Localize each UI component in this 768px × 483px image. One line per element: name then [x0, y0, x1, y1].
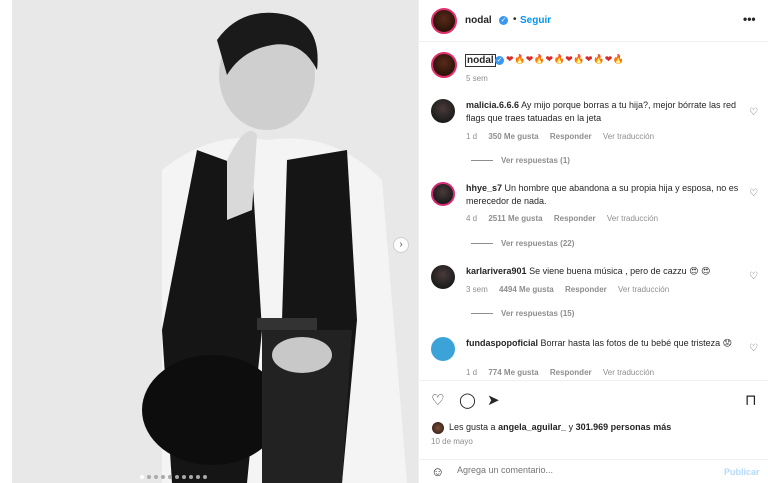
carousel-dot	[203, 475, 207, 479]
comment-body: Borrar hasta las fotos de tu bebé que tr…	[540, 338, 733, 348]
verified-icon: ✓	[495, 56, 504, 65]
commenter-avatar[interactable]	[431, 99, 455, 123]
view-replies-label: Ver respuestas (22)	[501, 239, 575, 248]
emoji-icon[interactable]: ☺	[431, 464, 444, 479]
post-media: ›	[0, 0, 418, 483]
comment-meta: 1 d 774 Me gusta Responder Ver traducció…	[466, 368, 663, 377]
author-avatar[interactable]	[431, 8, 457, 34]
comment-meta: 1 d 350 Me gusta Responder Ver traducció…	[466, 132, 663, 141]
caption-avatar[interactable]	[431, 52, 457, 78]
likes-count[interactable]: 301.969 personas más	[576, 422, 672, 432]
comment-likes[interactable]: 2511 Me gusta	[488, 214, 542, 223]
liker-avatar[interactable]	[431, 421, 445, 435]
comment-text: hhye_s7 Un hombre que abandona a su prop…	[466, 182, 748, 208]
comment-icon[interactable]: ◯	[459, 391, 476, 409]
reply-button[interactable]: Responder	[550, 132, 592, 141]
commenter-username[interactable]: malicia.6.6.6	[466, 100, 519, 110]
carousel-dot	[189, 475, 193, 479]
comment-likes[interactable]: 4494 Me gusta	[499, 285, 554, 294]
view-replies-button[interactable]: Ver respuestas (1)	[471, 156, 570, 165]
carousel-dot	[154, 475, 158, 479]
view-replies-button[interactable]: Ver respuestas (22)	[471, 239, 574, 248]
carousel-dot	[182, 475, 186, 479]
view-replies-label: Ver respuestas (15)	[501, 309, 575, 318]
follow-button[interactable]: Seguir	[520, 15, 551, 26]
replies-line	[471, 160, 493, 162]
comment-body: Se viene buena música , pero de cazzu 😍 …	[529, 266, 711, 276]
comment-time: 3 sem	[466, 285, 488, 294]
caption-time: 5 sem	[466, 74, 488, 83]
comment-text: karlarivera901 Se viene buena música , p…	[466, 265, 748, 278]
like-comment-heart-icon[interactable]: ♡	[749, 107, 758, 118]
likes-summary[interactable]: Les gusta a angela_aguilar_ y 301.969 pe…	[449, 422, 671, 432]
carousel-dot	[161, 475, 165, 479]
more-options-icon[interactable]: •••	[743, 12, 756, 26]
verified-icon: ✓	[499, 16, 508, 25]
translate-button[interactable]: Ver traducción	[607, 214, 658, 223]
share-icon[interactable]: ➤	[487, 391, 500, 409]
carousel-dots	[140, 475, 207, 479]
commenter-avatar[interactable]	[431, 265, 455, 289]
comment-box: ☺ Publicar	[419, 459, 768, 483]
carousel-dot	[168, 475, 172, 479]
comment-time: 4 d	[466, 214, 478, 223]
carousel-dot	[175, 475, 179, 479]
replies-line	[471, 313, 493, 315]
likes-middle: y	[568, 422, 574, 432]
post-panel: nodal ✓ • Seguir ••• nodal ✓ ❤🔥❤🔥❤🔥❤🔥❤🔥❤…	[418, 0, 768, 483]
caption-username[interactable]: nodal	[465, 54, 496, 67]
commenter-username[interactable]: fundaspopoficial	[466, 338, 538, 348]
carousel-dot	[147, 475, 151, 479]
author-username[interactable]: nodal	[465, 15, 492, 26]
carousel-dot	[140, 475, 144, 479]
likes-prefix: Les gusta a	[449, 422, 496, 432]
like-comment-heart-icon[interactable]: ♡	[749, 271, 758, 282]
post-header: nodal ✓ • Seguir •••	[419, 0, 768, 42]
view-replies-button[interactable]: Ver respuestas (15)	[471, 309, 574, 318]
carousel-dot	[196, 475, 200, 479]
commenter-username[interactable]: karlarivera901	[466, 266, 527, 276]
like-comment-heart-icon[interactable]: ♡	[749, 343, 758, 354]
comment-text: malicia.6.6.6 Ay mijo porque borras a tu…	[466, 99, 748, 125]
post-date: 10 de mayo	[431, 437, 473, 446]
commenter-avatar[interactable]	[431, 182, 455, 206]
comment-body: Un hombre que abandona a su propia hija …	[466, 183, 739, 206]
comment-time: 1 d	[466, 368, 478, 377]
translate-button[interactable]: Ver traducción	[603, 368, 654, 377]
caption-text: ❤🔥❤🔥❤🔥❤🔥❤🔥❤🔥	[506, 54, 625, 64]
post-photo	[12, 0, 418, 483]
heart-icon[interactable]: ♡	[431, 391, 444, 409]
next-slide-button[interactable]: ›	[393, 237, 409, 253]
comment-text: fundaspopoficial Borrar hasta las fotos …	[466, 337, 748, 350]
like-comment-heart-icon[interactable]: ♡	[749, 188, 758, 199]
comment-likes[interactable]: 774 Me gusta	[488, 368, 538, 377]
reply-button[interactable]: Responder	[565, 285, 607, 294]
commenter-avatar[interactable]	[431, 337, 455, 361]
publish-button[interactable]: Publicar	[724, 467, 760, 477]
commenter-username[interactable]: hhye_s7	[466, 183, 502, 193]
comment-input[interactable]	[457, 465, 717, 475]
comment-meta: 4 d 2511 Me gusta Responder Ver traducci…	[466, 214, 667, 223]
separator-dot: •	[513, 14, 517, 25]
reply-button[interactable]: Responder	[554, 214, 596, 223]
comment-meta: 3 sem 4494 Me gusta Responder Ver traduc…	[466, 285, 678, 294]
post-actions: ♡ ◯ ➤ ⊓ Les gusta a angela_aguilar_ y 30…	[419, 380, 768, 470]
liker-username[interactable]: angela_aguilar_	[498, 422, 566, 432]
replies-line	[471, 243, 493, 245]
view-replies-label: Ver respuestas (1)	[501, 156, 570, 165]
comment-likes[interactable]: 350 Me gusta	[488, 132, 538, 141]
comment-time: 1 d	[466, 132, 478, 141]
translate-button[interactable]: Ver traducción	[618, 285, 669, 294]
translate-button[interactable]: Ver traducción	[603, 132, 654, 141]
reply-button[interactable]: Responder	[550, 368, 592, 377]
bookmark-icon[interactable]: ⊓	[745, 391, 757, 409]
